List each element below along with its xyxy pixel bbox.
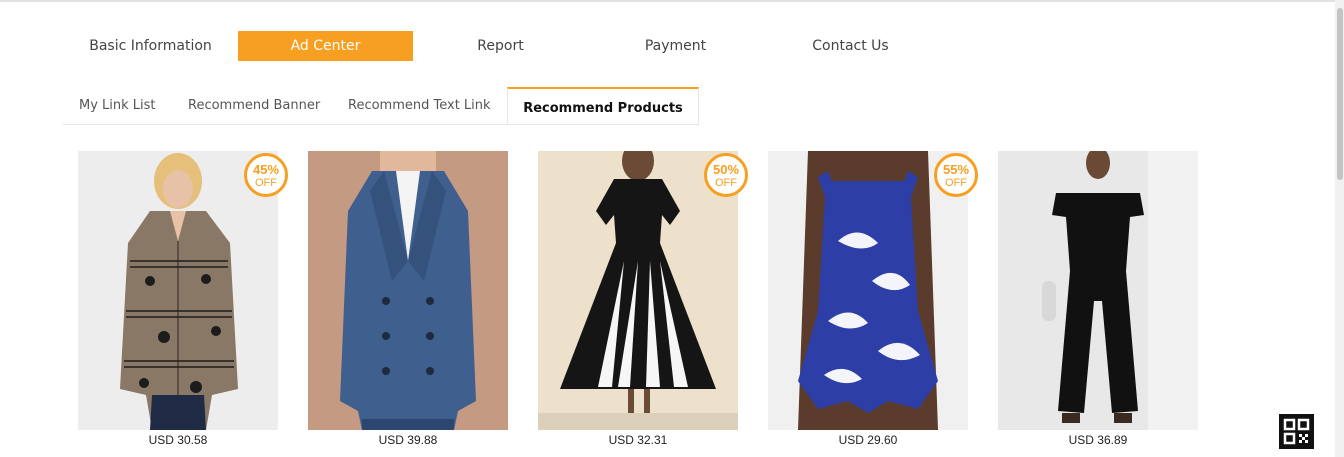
main-tab-report[interactable]: Report xyxy=(413,31,588,61)
product-card[interactable]: 45% OFF USD 30.58 xyxy=(78,151,288,451)
product-price: USD 36.89 xyxy=(1068,433,1128,447)
main-tab-ad-center[interactable]: Ad Center xyxy=(238,31,413,61)
discount-badge: 55% OFF xyxy=(934,153,978,197)
product-image[interactable] xyxy=(308,151,508,430)
sub-nav: My Link List Recommend Banner Recommend … xyxy=(63,87,699,125)
product-card[interactable]: USD 39.88 xyxy=(308,151,508,451)
sub-tab-recommend-banner[interactable]: Recommend Banner xyxy=(188,87,320,125)
main-tab-basic-information[interactable]: Basic Information xyxy=(63,31,238,61)
main-tab-payment[interactable]: Payment xyxy=(588,31,763,61)
discount-percent: 55% xyxy=(942,162,970,177)
product-card[interactable]: 55% OFF USD 29.60 xyxy=(768,151,978,451)
product-price: USD 29.60 xyxy=(838,433,898,447)
discount-off-label: OFF xyxy=(945,177,967,189)
product-image[interactable] xyxy=(78,151,278,430)
discount-percent: 45% xyxy=(252,162,280,177)
discount-badge: 45% OFF xyxy=(244,153,288,197)
sub-tab-my-link-list[interactable]: My Link List xyxy=(79,87,156,125)
qr-code-icon[interactable] xyxy=(1279,414,1314,449)
sub-tab-recommend-text-link[interactable]: Recommend Text Link xyxy=(348,87,491,125)
sub-tab-recommend-products[interactable]: Recommend Products xyxy=(507,87,699,124)
discount-percent: 50% xyxy=(712,162,740,177)
scrollbar-thumb[interactable] xyxy=(1337,8,1343,180)
product-price: USD 32.31 xyxy=(608,433,668,447)
product-image[interactable] xyxy=(998,151,1198,430)
top-divider xyxy=(0,0,1344,2)
product-card[interactable]: 50% OFF USD 32.31 xyxy=(538,151,748,451)
discount-badge: 50% OFF xyxy=(704,153,748,197)
product-card[interactable]: USD 36.89 xyxy=(998,151,1198,451)
product-price: USD 30.58 xyxy=(148,433,208,447)
discount-off-label: OFF xyxy=(255,177,277,189)
product-price: USD 39.88 xyxy=(378,433,438,447)
product-image[interactable] xyxy=(768,151,968,430)
main-tab-contact-us[interactable]: Contact Us xyxy=(763,31,938,61)
product-image[interactable] xyxy=(538,151,738,430)
product-grid: 45% OFF USD 30.58 USD 39.88 50% OFF USD … xyxy=(78,151,1208,451)
discount-off-label: OFF xyxy=(715,177,737,189)
